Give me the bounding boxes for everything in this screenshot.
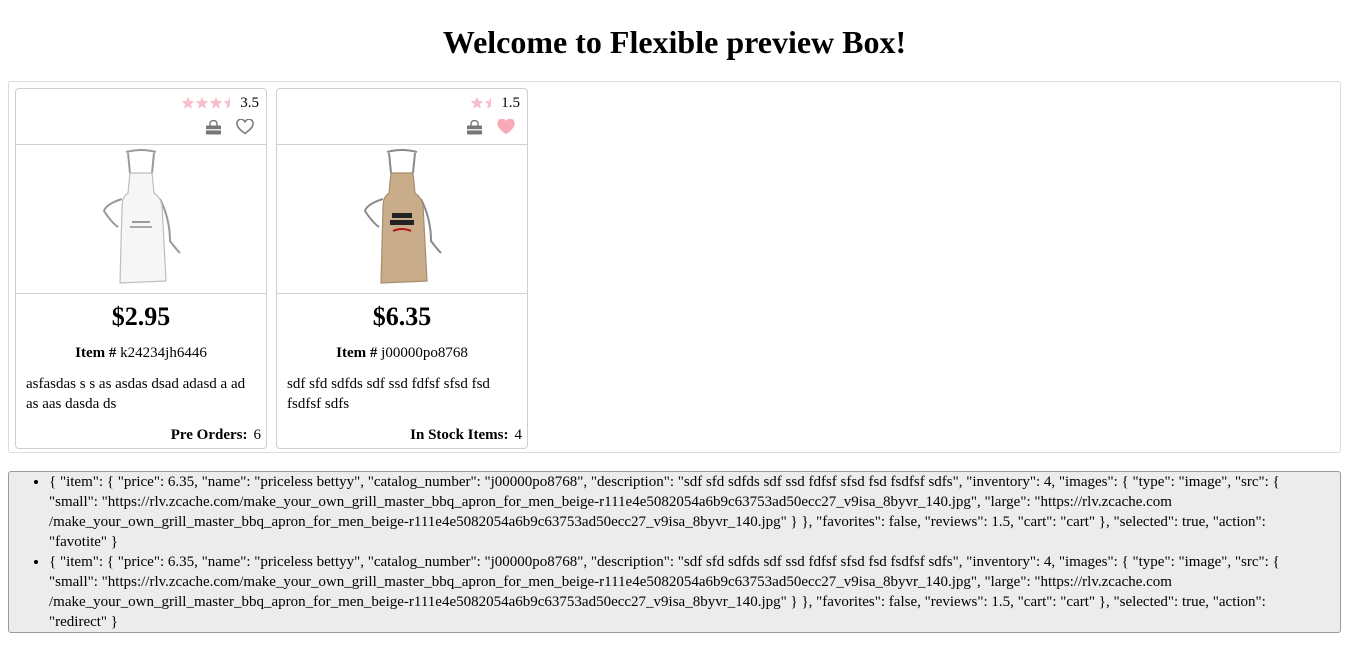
product-image[interactable]: [16, 145, 266, 294]
log-entry: { "item": { "price": 6.35, "name": "pric…: [49, 552, 1340, 632]
rating: 3.5: [181, 94, 259, 112]
stock-count: 4: [514, 427, 523, 443]
item-number-label: Item #: [336, 345, 378, 361]
star-half-icon: [223, 96, 231, 109]
catalog-number: j00000po8768: [381, 345, 468, 361]
product-card[interactable]: 3.5 $2.95 Item # k24234jh6446 asfasdas s…: [15, 88, 267, 449]
item-number: Item # j00000po8768: [277, 344, 527, 362]
log-entry: { "item": { "price": 6.35, "name": "pric…: [49, 472, 1340, 552]
rating-stars: [470, 96, 498, 110]
event-log: { "item": { "price": 6.35, "name": "pric…: [8, 471, 1341, 633]
stock-count: 6: [253, 427, 262, 443]
card-header: 3.5: [16, 89, 266, 145]
product-price: $6.35: [372, 302, 432, 331]
page-title: Welcome to Flexible preview Box!: [442, 24, 907, 60]
rating: 1.5: [470, 94, 520, 112]
heart-outline-icon[interactable]: [236, 119, 254, 135]
rating-value: 1.5: [501, 95, 520, 111]
item-number-label: Item #: [75, 345, 117, 361]
star-full-icon: [209, 96, 223, 109]
rating-stars: [181, 96, 237, 110]
heart-filled-icon[interactable]: [497, 119, 515, 135]
stock-info: Pre Orders: 6: [171, 426, 261, 444]
rating-value: 3.5: [240, 95, 259, 111]
product-description: asfasdas s s as asdas dsad adasd a ad as…: [26, 376, 246, 412]
star-full-icon: [470, 96, 484, 109]
stock-label: In Stock Items:: [410, 427, 509, 443]
stock-info: In Stock Items: 4: [410, 426, 522, 444]
apron-image: [102, 149, 181, 284]
product-price: $2.95: [111, 302, 171, 331]
shopping-bag-icon[interactable]: [466, 119, 483, 135]
star-half-icon: [484, 96, 492, 109]
star-full-icon: [181, 96, 195, 109]
apron-image: [363, 149, 442, 284]
star-full-icon: [195, 96, 209, 109]
catalog-number: k24234jh6446: [120, 345, 207, 361]
product-image[interactable]: [277, 145, 527, 294]
stock-label: Pre Orders:: [170, 427, 248, 443]
product-description: sdf sfd sdfds sdf ssd fdfsf sfsd fsd fsd…: [287, 376, 490, 412]
event-log-list: { "item": { "price": 6.35, "name": "pric…: [9, 472, 1340, 632]
shopping-bag-icon[interactable]: [205, 119, 222, 135]
card-header: 1.5: [277, 89, 527, 145]
product-card[interactable]: 1.5 $6.35 Item # j00000po8768 sdf sfd sd…: [276, 88, 528, 449]
preview-box: 3.5 $2.95 Item # k24234jh6446 asfasdas s…: [8, 81, 1341, 453]
item-number: Item # k24234jh6446: [16, 344, 266, 362]
